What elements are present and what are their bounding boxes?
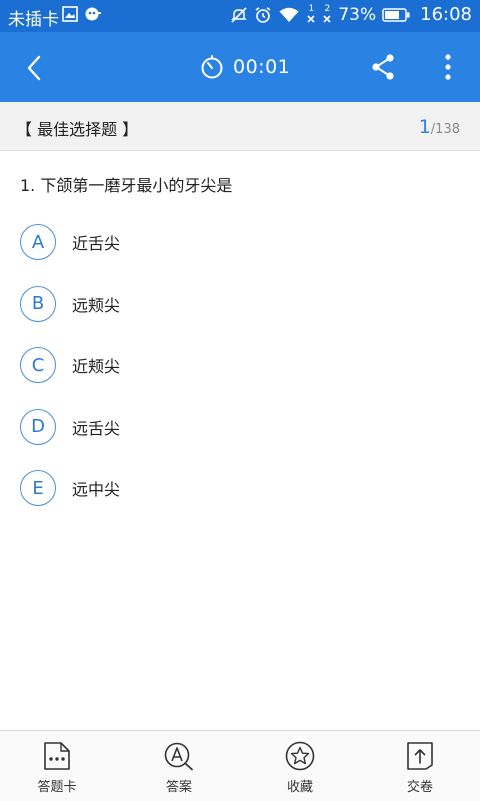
- answer-search-icon: [163, 741, 195, 771]
- options-list: A 近舌尖 B 远颊尖 C 近颊尖 D 远舌尖 E 远中尖: [20, 223, 120, 531]
- option-d[interactable]: D 远舌尖: [20, 408, 120, 446]
- answer-sheet-icon: [43, 741, 71, 771]
- option-key-circle: B: [20, 285, 56, 322]
- timer-value: 00:01: [233, 56, 291, 78]
- option-key-circle: D: [20, 408, 56, 445]
- total-questions: /138: [430, 122, 460, 137]
- option-text: 近颊尖: [72, 357, 121, 376]
- notification-icon: [84, 6, 102, 22]
- stopwatch-icon: [199, 54, 225, 80]
- status-left-icons: [62, 6, 102, 22]
- top-toolbar: 00:01: [0, 32, 480, 102]
- submit-label: 交卷: [406, 780, 433, 795]
- question-counter: 1/138: [419, 116, 460, 138]
- answer-sheet-button[interactable]: 答题卡: [17, 741, 97, 795]
- wifi-icon: [278, 6, 300, 24]
- option-text: 远颊尖: [72, 295, 121, 315]
- back-arrow-icon[interactable]: [20, 53, 50, 83]
- sim2-label: 2: [324, 4, 331, 14]
- answer-sheet-label: 答题卡: [37, 780, 77, 795]
- option-a[interactable]: A 近舌尖: [20, 223, 120, 261]
- sim2-indicator: 2: [322, 5, 332, 24]
- option-text: 近舌尖: [72, 234, 121, 253]
- question-type-title: 【 最佳选择题 】: [16, 120, 139, 139]
- option-text: 远舌尖: [72, 418, 121, 438]
- more-vertical-icon[interactable]: [436, 52, 460, 82]
- option-e[interactable]: E 远中尖: [20, 469, 120, 507]
- battery-percent: 73%: [338, 4, 377, 25]
- carrier-label: 未插卡: [8, 10, 59, 30]
- battery-icon: [382, 7, 410, 22]
- option-key-circle: A: [20, 224, 56, 260]
- timer: 00:01: [199, 54, 290, 80]
- question-text: 1. 下颌第一磨牙最小的牙尖是: [20, 176, 233, 195]
- favorite-button[interactable]: 收藏: [260, 741, 340, 795]
- clock: 16:08: [420, 4, 472, 25]
- bottom-action-bar: 答题卡 答案 收藏 交卷: [0, 730, 480, 801]
- submit-icon: [406, 741, 434, 771]
- status-bar: 未插卡 1 2 73% 16:08: [0, 0, 480, 32]
- mute-icon: [230, 6, 248, 24]
- current-question-number: 1: [418, 116, 431, 138]
- answer-button[interactable]: 答案: [139, 741, 219, 795]
- image-icon: [62, 6, 78, 22]
- alarm-icon: [254, 6, 272, 24]
- option-key-circle: E: [20, 470, 56, 506]
- option-c[interactable]: C 近颊尖: [20, 346, 120, 384]
- status-right-icons: 1 2 73% 16:08: [230, 4, 472, 25]
- question-type-header: 【 最佳选择题 】 1/138: [0, 102, 480, 151]
- share-icon[interactable]: [370, 53, 396, 81]
- option-text: 远中尖: [72, 480, 121, 499]
- star-icon: [285, 741, 315, 771]
- submit-button[interactable]: 交卷: [380, 741, 460, 795]
- answer-label: 答案: [165, 780, 192, 795]
- favorite-label: 收藏: [286, 780, 313, 795]
- sim1-indicator: 1: [306, 5, 316, 24]
- sim1-label: 1: [308, 4, 315, 14]
- option-key-circle: C: [20, 347, 56, 383]
- option-b[interactable]: B 远颊尖: [20, 285, 120, 323]
